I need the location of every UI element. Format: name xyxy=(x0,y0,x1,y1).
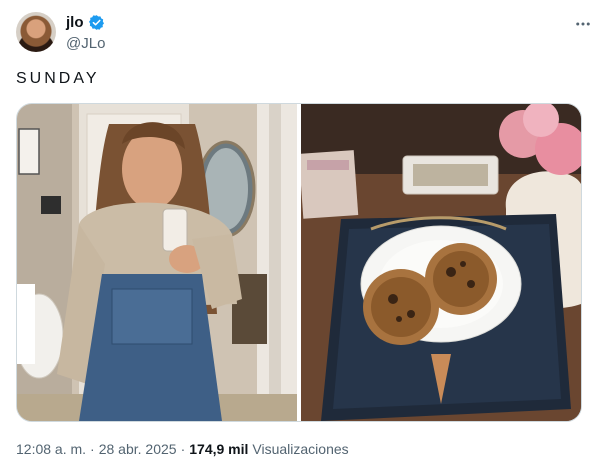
cookies-photo[interactable] xyxy=(301,104,581,421)
selfie-photo[interactable] xyxy=(17,104,297,421)
tweet-date[interactable]: 28 abr. 2025 xyxy=(99,441,177,457)
author-name-row: jlo xyxy=(66,14,105,31)
avatar[interactable] xyxy=(16,12,56,52)
tweet-header: jlo @JLo xyxy=(16,12,593,56)
display-name[interactable]: jlo xyxy=(66,14,84,31)
verified-badge-icon xyxy=(88,15,104,30)
views-count[interactable]: 174,9 mil xyxy=(189,441,248,457)
more-options-icon[interactable] xyxy=(573,14,593,34)
tweet-text: SUNDAY xyxy=(16,70,100,87)
tweet-footer: 12:08 a. m. · 28 abr. 2025 · 174,9 mil V… xyxy=(16,441,349,457)
tweet-time[interactable]: 12:08 a. m. xyxy=(16,441,86,457)
separator-dot: · xyxy=(90,441,95,457)
media-grid xyxy=(16,103,582,422)
separator-dot-2: · xyxy=(180,441,186,457)
views-label: Visualizaciones xyxy=(252,441,349,457)
author-handle[interactable]: @JLo xyxy=(66,35,105,52)
